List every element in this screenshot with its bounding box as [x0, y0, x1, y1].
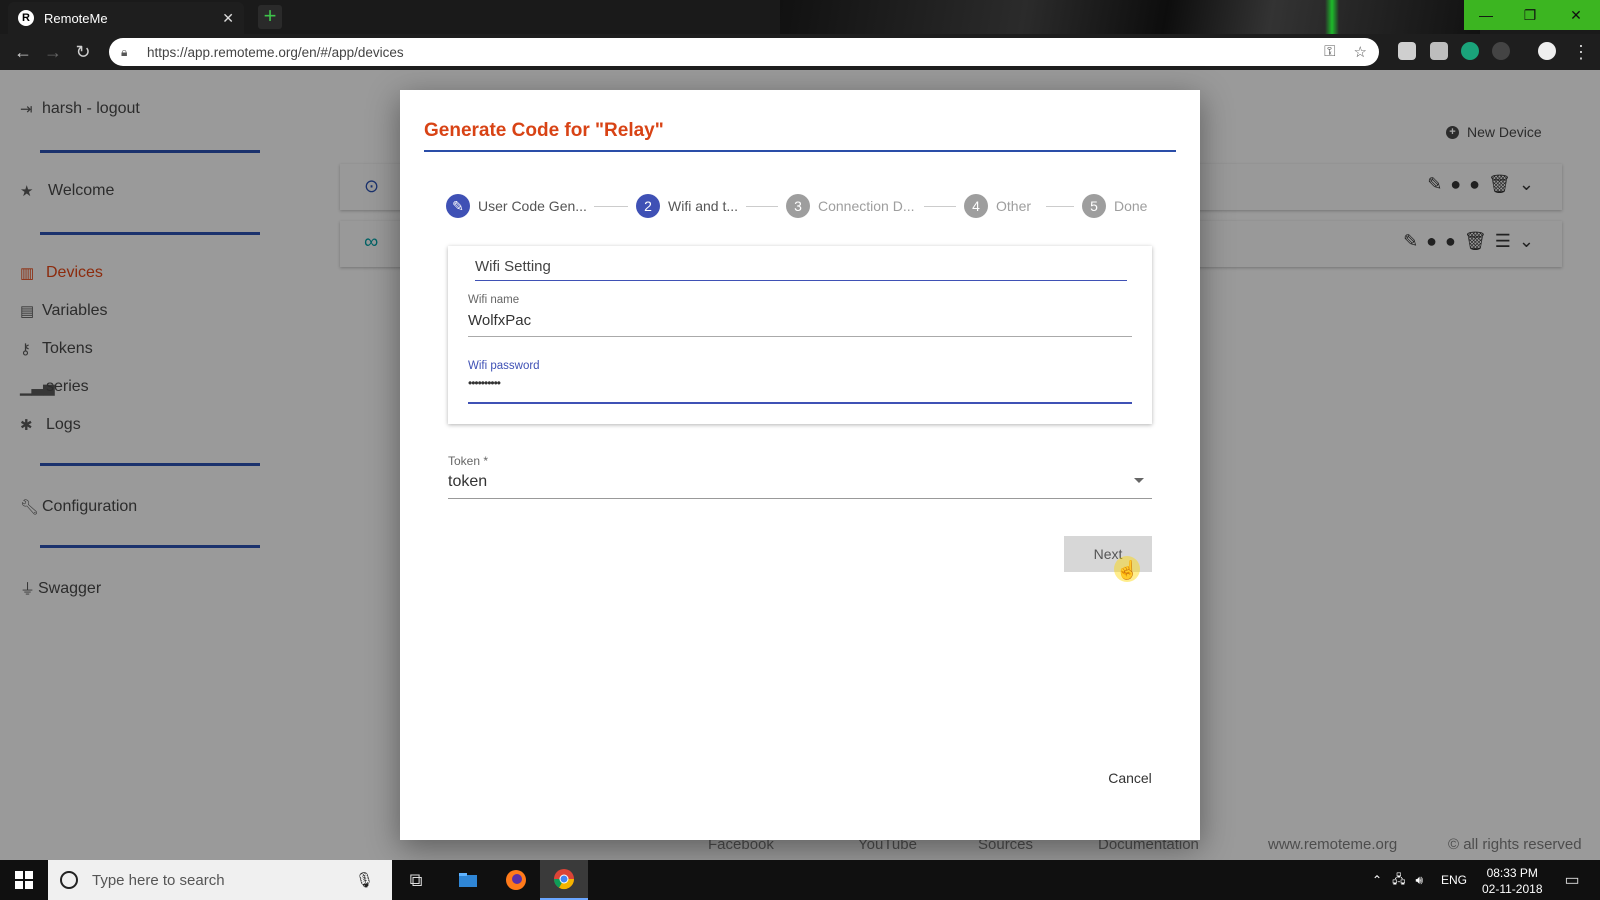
- file-explorer-icon[interactable]: [444, 860, 492, 900]
- token-underline: [448, 498, 1152, 499]
- step-label: Done: [1114, 198, 1148, 214]
- pencil-icon: ✎: [446, 194, 470, 218]
- wifi-name-label: Wifi name: [468, 294, 520, 306]
- browser-toolbar: ← → ↻ 🔒︎ https://app.remoteme.org/en/#/a…: [0, 34, 1600, 70]
- wifi-name-underline: [468, 336, 1132, 337]
- dialog-title: Generate Code for "Relay": [424, 120, 664, 141]
- cortana-icon: [60, 871, 78, 889]
- remoteme-favicon-icon: R: [18, 10, 34, 26]
- step-other[interactable]: 4 Other: [964, 194, 1031, 218]
- step-number: 2: [636, 194, 660, 218]
- new-tab-button[interactable]: +: [258, 5, 282, 29]
- lock-icon: 🔒︎: [121, 44, 128, 59]
- task-view-icon[interactable]: ⧉: [392, 860, 440, 900]
- step-number: 4: [964, 194, 988, 218]
- url-text: https://app.remoteme.org/en/#/app/device…: [147, 44, 404, 60]
- browser-tab-bar: R RemoteMe ✕ + — ❐ ✕: [0, 0, 1600, 34]
- step-done[interactable]: 5 Done: [1082, 194, 1147, 218]
- wifi-name-input[interactable]: WolfxPac: [468, 312, 531, 329]
- wifi-password-input[interactable]: ••••••••••: [468, 376, 501, 390]
- wifi-setting-heading: Wifi Setting: [475, 258, 551, 275]
- bookmark-star-icon[interactable]: ☆: [1354, 43, 1367, 61]
- windows-taskbar: Type here to search 🎙︎ ⧉ ⌃ 🖧︎ 🔊︎ ENG 08:…: [0, 860, 1600, 900]
- stepper: ✎ User Code Gen... 2 Wifi and t... 3 Con…: [446, 194, 1147, 220]
- address-bar[interactable]: 🔒︎ https://app.remoteme.org/en/#/app/dev…: [109, 38, 1379, 66]
- firefox-glyph: [506, 870, 526, 890]
- network-icon[interactable]: 🖧︎: [1392, 870, 1405, 891]
- step-wifi[interactable]: 2 Wifi and t...: [636, 194, 738, 218]
- firefox-icon[interactable]: [492, 860, 540, 900]
- close-window-button[interactable]: ✕: [1552, 0, 1600, 30]
- windows-logo-icon: [15, 871, 33, 889]
- wifi-settings-card: Wifi Setting Wifi name WolfxPac Wifi pas…: [448, 246, 1152, 424]
- step-label: Connection D...: [818, 198, 915, 214]
- extension-icon[interactable]: [1430, 42, 1448, 60]
- taskbar-clock[interactable]: 08:33 PM 02-11-2018: [1482, 865, 1543, 897]
- system-tray: ⌃ 🖧︎ 🔊︎ ENG: [1372, 860, 1467, 900]
- chevron-up-icon[interactable]: ⌃: [1372, 873, 1382, 887]
- clock-time: 08:33 PM: [1486, 866, 1538, 880]
- extension-icon[interactable]: [1398, 42, 1416, 60]
- step-connector: [746, 206, 778, 207]
- step-label: User Code Gen...: [478, 198, 587, 214]
- restore-button[interactable]: ❐: [1508, 0, 1552, 30]
- heading-underline: [475, 280, 1127, 281]
- back-button[interactable]: ←: [8, 37, 38, 67]
- profile-avatar[interactable]: [1538, 42, 1556, 60]
- step-connector: [594, 206, 628, 207]
- clock-date: 02-11-2018: [1482, 882, 1543, 896]
- token-select[interactable]: token: [448, 473, 487, 491]
- key-icon[interactable]: ⚿: [1324, 43, 1335, 61]
- title-divider: [424, 150, 1176, 152]
- step-connector: [1046, 206, 1074, 207]
- step-number: 3: [786, 194, 810, 218]
- wifi-password-label: Wifi password: [468, 360, 540, 372]
- step-label: Other: [996, 198, 1032, 214]
- taskbar-search[interactable]: Type here to search 🎙︎: [48, 860, 392, 900]
- step-number: 5: [1082, 194, 1106, 218]
- search-placeholder: Type here to search: [92, 871, 225, 889]
- hand-cursor-icon: ☝: [1116, 560, 1139, 580]
- microphone-icon[interactable]: 🎙︎: [355, 871, 374, 889]
- background-streak: [1325, 0, 1339, 34]
- language-indicator[interactable]: ENG: [1441, 873, 1467, 887]
- step-label: Wifi and t...: [668, 198, 739, 214]
- dropdown-arrow-icon[interactable]: [1134, 478, 1144, 483]
- browser-tab[interactable]: R RemoteMe ✕: [8, 2, 244, 34]
- wifi-password-underline: [468, 402, 1132, 404]
- close-tab-icon[interactable]: ✕: [222, 10, 234, 27]
- chrome-icon[interactable]: [540, 860, 588, 900]
- generate-code-dialog: Generate Code for "Relay" ✎ User Code Ge…: [400, 90, 1200, 840]
- chrome-glyph: [553, 869, 575, 890]
- extension-icon[interactable]: [1461, 42, 1479, 60]
- notification-icon[interactable]: ▭: [1552, 860, 1592, 900]
- token-label: Token *: [448, 454, 489, 468]
- background-art: [780, 0, 1480, 34]
- cancel-button[interactable]: Cancel: [1090, 762, 1170, 794]
- reload-button[interactable]: ↻: [68, 37, 98, 67]
- explorer-glyph: [459, 873, 477, 887]
- extension-icon[interactable]: [1492, 42, 1510, 60]
- step-connector: [924, 206, 956, 207]
- step-connection[interactable]: 3 Connection D...: [786, 194, 915, 218]
- minimize-button[interactable]: —: [1464, 0, 1508, 30]
- tab-title: RemoteMe: [44, 10, 108, 26]
- volume-icon[interactable]: 🔊︎: [1415, 873, 1423, 888]
- browser-menu-icon[interactable]: ⋮: [1566, 37, 1596, 67]
- windows-start-button[interactable]: [0, 860, 48, 900]
- forward-button[interactable]: →: [38, 37, 68, 67]
- step-user-code[interactable]: ✎ User Code Gen...: [446, 194, 587, 218]
